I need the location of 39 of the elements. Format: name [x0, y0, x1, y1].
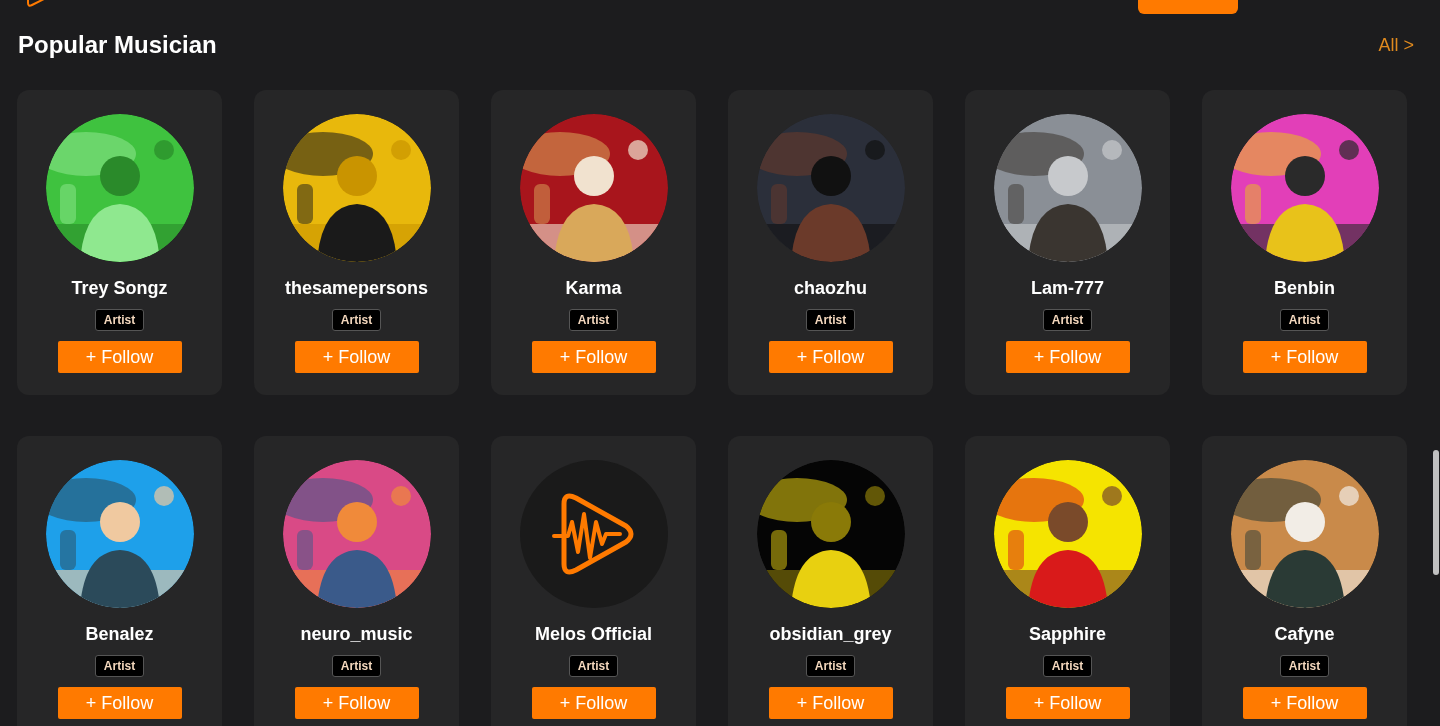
section-title: Popular Musician: [18, 30, 217, 60]
follow-button[interactable]: + Follow: [768, 341, 893, 373]
logo-icon: [519, 460, 668, 608]
role-tag: Artist: [331, 309, 382, 331]
role-tag: Artist: [568, 655, 619, 677]
follow-button[interactable]: + Follow: [57, 687, 182, 719]
follow-button[interactable]: + Follow: [294, 687, 419, 719]
role-tag: Artist: [1279, 309, 1330, 331]
musician-name: Melos Official: [535, 623, 652, 646]
follow-button[interactable]: + Follow: [531, 341, 656, 373]
musician-name: thesamepersons: [284, 277, 429, 300]
role-tag: Artist: [568, 309, 619, 331]
musician-name: chaozhu: [794, 277, 867, 300]
musician-name: Sapphire: [1029, 623, 1106, 646]
role-tag: Artist: [1042, 655, 1093, 677]
role-tag: Artist: [1042, 309, 1093, 331]
musician-name: Trey Songz: [71, 277, 168, 300]
role-tag: Artist: [94, 309, 145, 331]
follow-button[interactable]: + Follow: [1242, 341, 1367, 373]
follow-button[interactable]: + Follow: [1242, 687, 1367, 719]
follow-button[interactable]: + Follow: [768, 687, 893, 719]
follow-button[interactable]: + Follow: [531, 687, 656, 719]
musician-name: Benbin: [1274, 277, 1335, 300]
follow-button[interactable]: + Follow: [294, 341, 419, 373]
follow-button[interactable]: + Follow: [1005, 687, 1130, 719]
musician-name: Cafyne: [1274, 623, 1335, 646]
role-tag: Artist: [805, 309, 856, 331]
all-link[interactable]: All >: [1378, 31, 1414, 59]
musician-name: neuro_music: [300, 623, 413, 646]
role-tag: Artist: [1279, 655, 1330, 677]
musician-name: Benalez: [85, 623, 154, 646]
musician-name: Karma: [565, 277, 622, 300]
role-tag: Artist: [94, 655, 145, 677]
follow-button[interactable]: + Follow: [57, 341, 182, 373]
role-tag: Artist: [331, 655, 382, 677]
role-tag: Artist: [805, 655, 856, 677]
musician-name: Lam-777: [1030, 277, 1104, 300]
musician-name: obsidian_grey: [769, 623, 892, 646]
follow-button[interactable]: + Follow: [1005, 341, 1130, 373]
